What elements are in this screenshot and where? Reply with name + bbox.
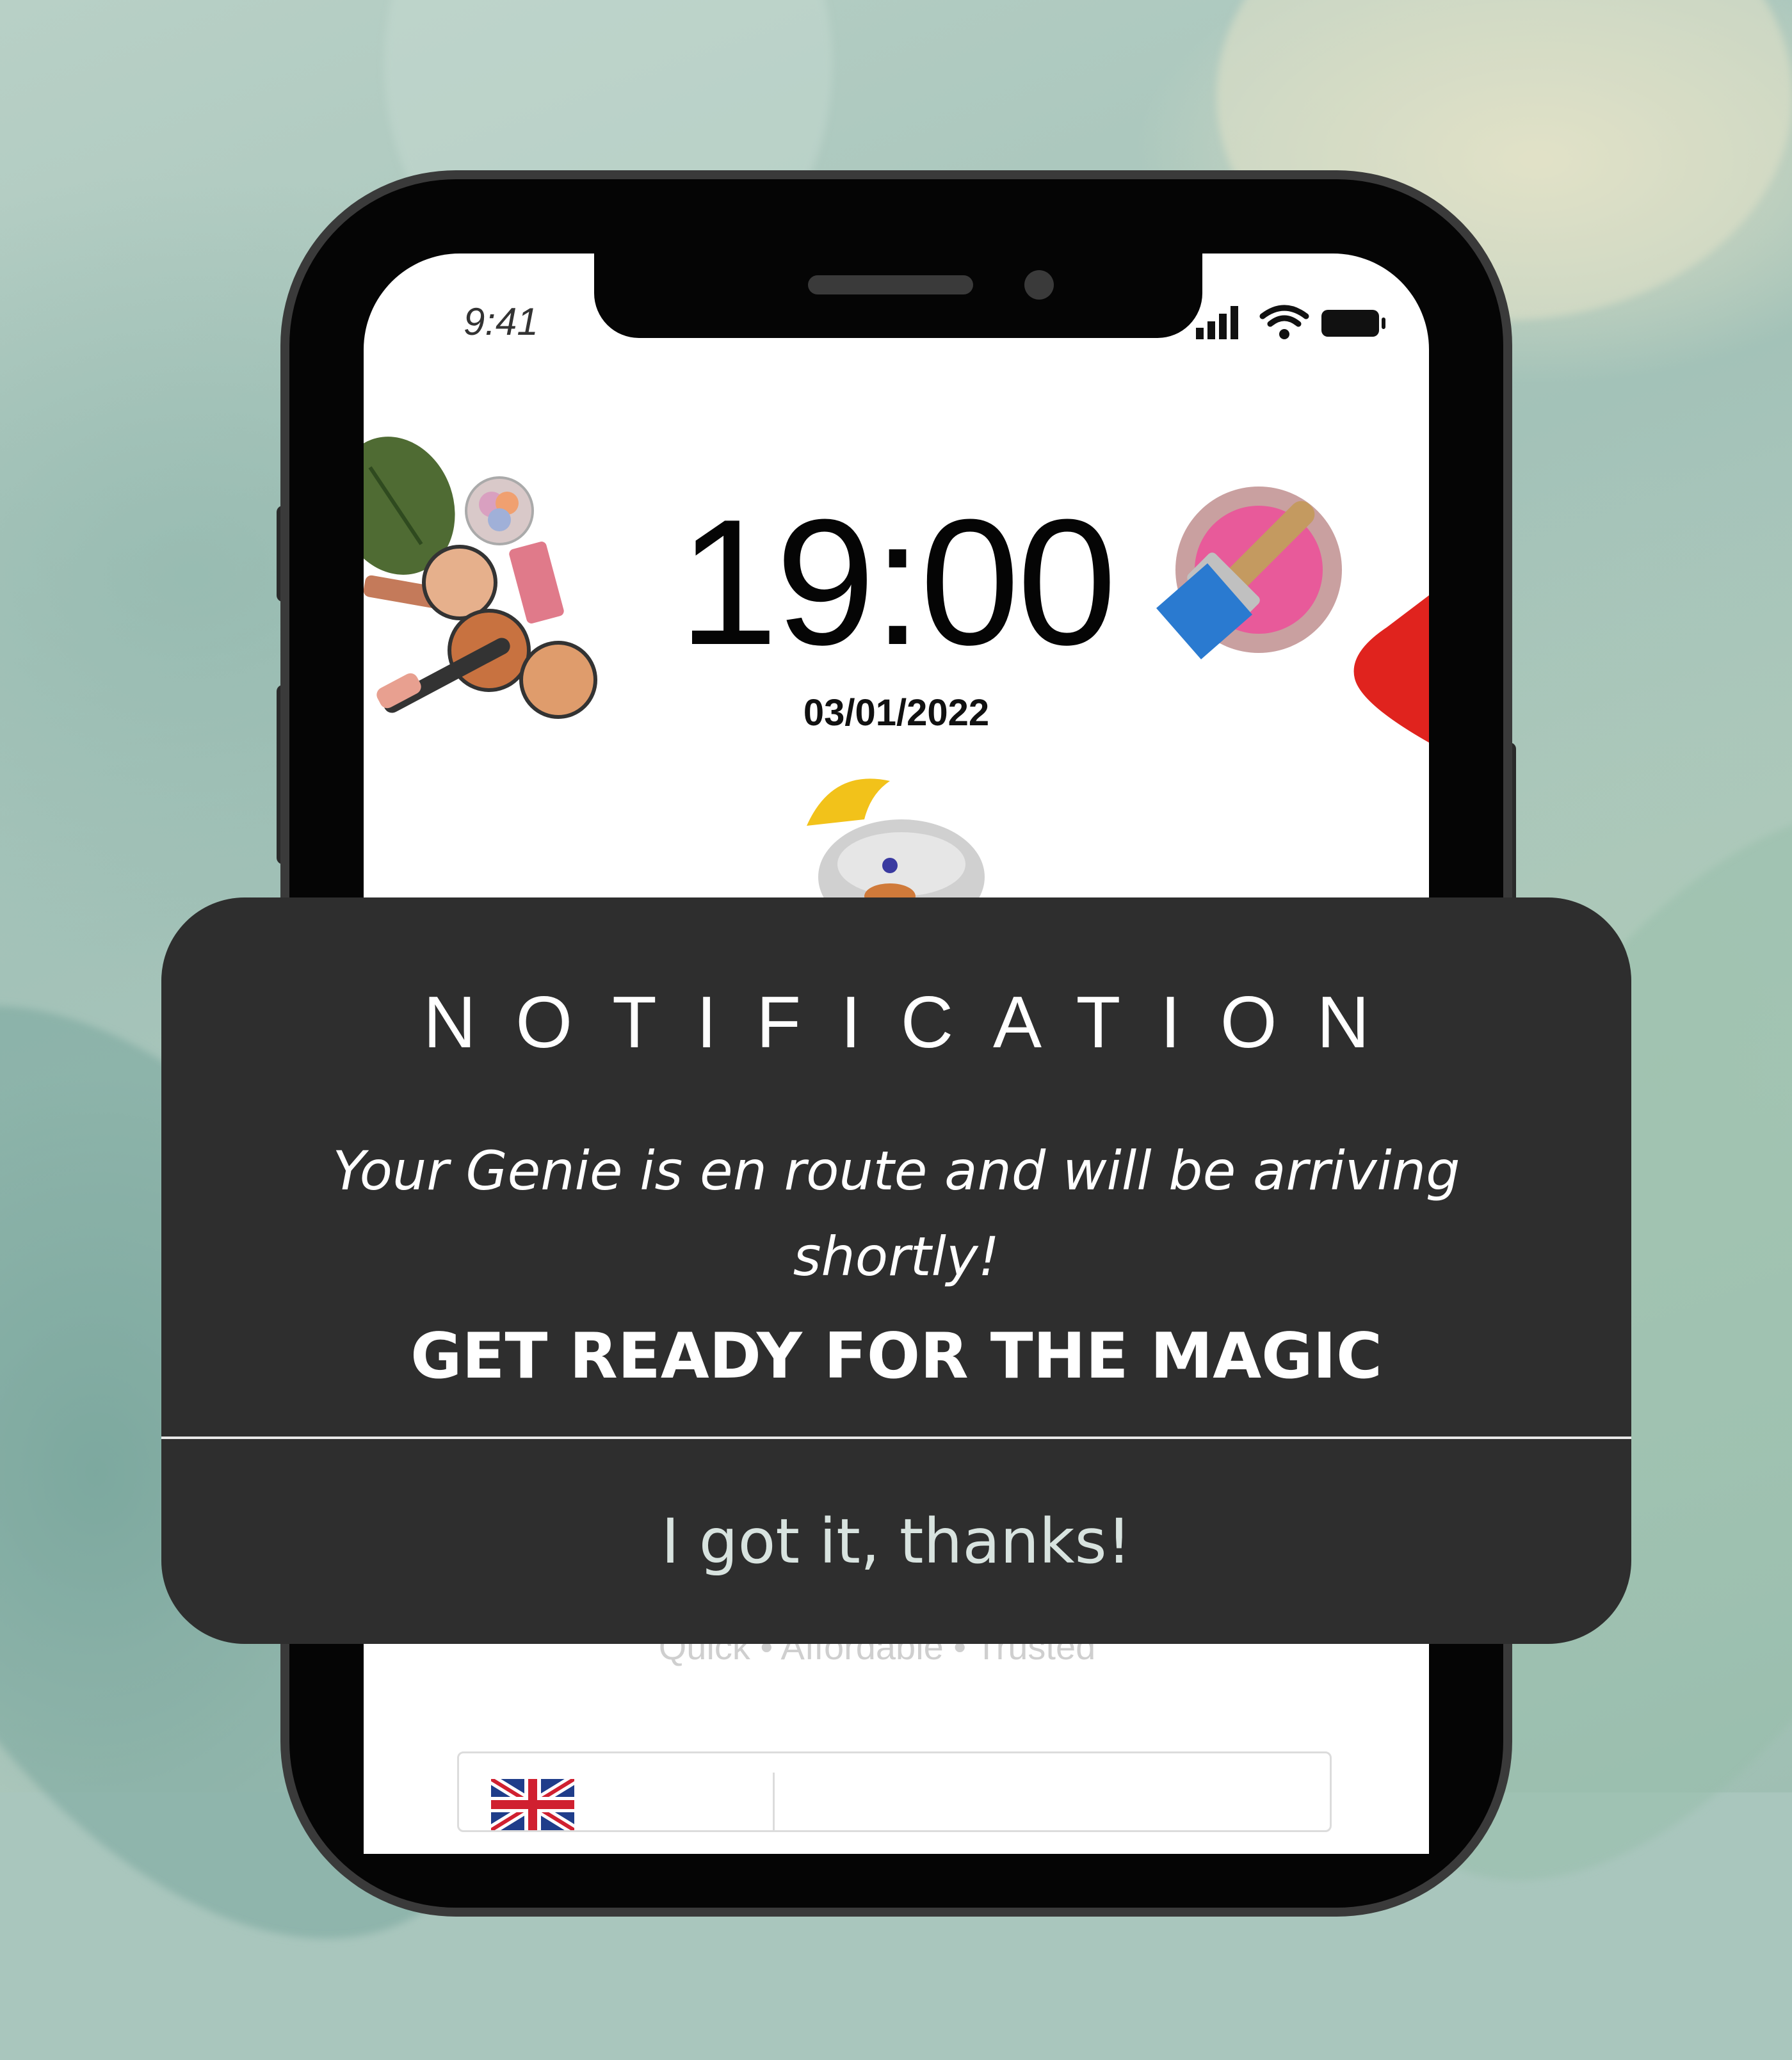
lock-screen-date: 03/01/2022 <box>803 692 990 734</box>
status-bar-icons <box>1196 303 1388 344</box>
makeup-palette-icon <box>364 437 597 719</box>
wifi-icon <box>1259 305 1309 339</box>
status-bar-time: 9:41 <box>464 300 538 343</box>
phone-notch <box>594 253 1202 338</box>
genie-turban-icon <box>807 778 985 903</box>
signal-icon <box>1196 306 1238 339</box>
lock-screen-clock: 19:00 <box>678 483 1117 682</box>
field-separator <box>773 1773 775 1830</box>
paint-brush-icon <box>1156 487 1342 659</box>
uk-flag-icon <box>491 1779 574 1830</box>
phone-speaker <box>808 275 973 294</box>
red-paint-stroke <box>1353 595 1429 743</box>
phone-camera <box>1024 270 1054 300</box>
notification-headline: GET READY FOR THE MAGIC <box>410 1320 1382 1393</box>
phone-number-field[interactable] <box>457 1751 1332 1832</box>
notification-title: NOTIFICATION <box>423 982 1409 1063</box>
notification-card: NOTIFICATION Your Genie is en route and … <box>161 897 1631 1644</box>
battery-icon <box>1321 310 1385 337</box>
dismiss-notification-button[interactable]: I got it, thanks! <box>161 1439 1631 1644</box>
notification-body: Your Genie is en route and will be arriv… <box>332 1139 1460 1288</box>
